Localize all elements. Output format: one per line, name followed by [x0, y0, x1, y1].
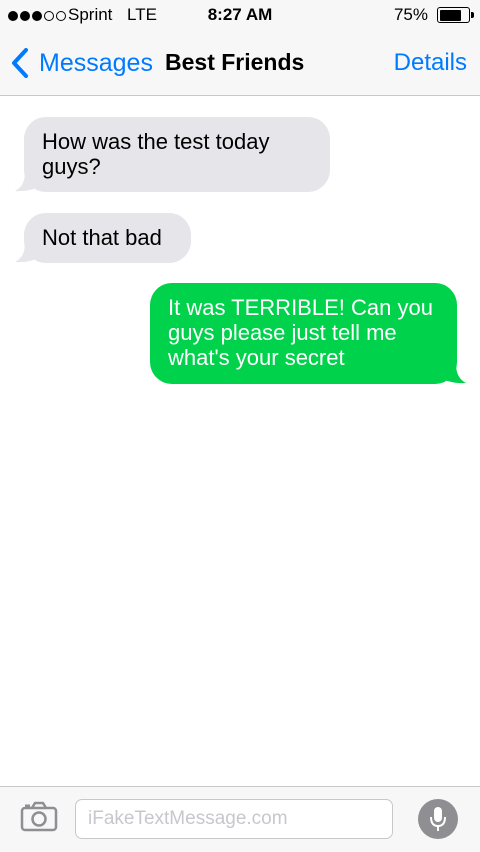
- microphone-icon: [430, 807, 446, 831]
- compose-bar: [0, 786, 480, 852]
- messages-screen: Sprint LTE 8:27 AM 75% Messages Best Fri…: [0, 0, 480, 852]
- chevron-left-icon: [12, 48, 28, 78]
- camera-button[interactable]: [19, 801, 59, 833]
- message-text: It was TERRIBLE! Can you guys please jus…: [168, 295, 433, 370]
- back-button[interactable]: Messages: [10, 46, 153, 80]
- battery-fill: [439, 9, 461, 21]
- navigation-bar: Messages Best Friends Details: [0, 30, 480, 96]
- battery-tip: [471, 12, 474, 18]
- outgoing-message: It was TERRIBLE! Can you guys please jus…: [150, 283, 466, 384]
- incoming-message: How was the test today guys?: [15, 117, 330, 192]
- details-button[interactable]: Details: [394, 49, 467, 77]
- microphone-button[interactable]: [418, 799, 458, 839]
- battery-percent: 75%: [393, 5, 428, 24]
- camera-icon: [20, 801, 58, 832]
- back-label: Messages: [39, 48, 153, 77]
- message-thread[interactable]: How was the test today guys? Not that ba…: [0, 96, 480, 786]
- battery-icon: [437, 7, 470, 23]
- message-input[interactable]: [75, 799, 393, 839]
- bubble-tail: [15, 168, 41, 192]
- message-text: How was the test today guys?: [42, 129, 270, 179]
- incoming-message: Not that bad: [15, 213, 191, 263]
- bubble-tail: [440, 360, 466, 384]
- status-bar: Sprint LTE 8:27 AM 75%: [0, 0, 480, 30]
- conversation-title: Best Friends: [165, 49, 305, 75]
- bubble-tail: [15, 239, 41, 263]
- message-text: Not that bad: [42, 225, 162, 250]
